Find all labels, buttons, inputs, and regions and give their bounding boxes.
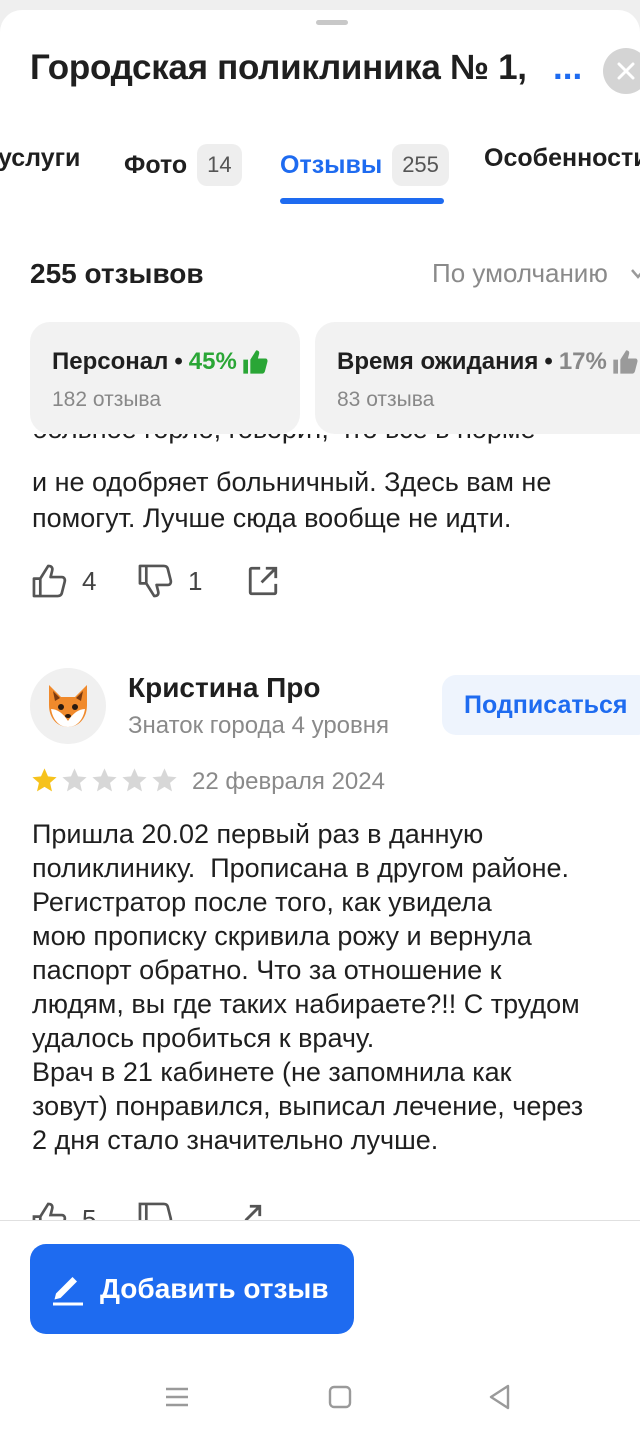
dislike-count: 1 <box>188 565 203 596</box>
star-empty-icon <box>122 768 147 792</box>
share-icon <box>248 566 278 596</box>
tab-label: Отзывы <box>280 150 383 179</box>
review-author[interactable]: Кристина Про <box>128 672 321 704</box>
review-text-line: Регистратор после того, как увидела <box>32 887 492 917</box>
aspect-count: 182 отзыва <box>52 388 162 411</box>
fox-avatar-icon <box>49 685 87 727</box>
like-count: 4 <box>82 565 97 596</box>
thumbs-up-icon <box>32 564 67 598</box>
rating-stars <box>30 766 180 795</box>
star-filled-icon <box>32 768 57 792</box>
author-level: Знаток города 4 уровня <box>128 712 390 739</box>
aspect-dot: • <box>544 348 553 375</box>
review-text-clip: больное горло, говорит, что всё в норме <box>0 434 640 464</box>
review-text-line: Врач в 21 кабинете (не запомнила как <box>32 1057 512 1087</box>
add-review-button[interactable]: Добавить отзыв <box>30 1244 354 1334</box>
dislike-button[interactable]: 1 <box>136 562 202 600</box>
review-date: 22 февраля 2024 <box>192 768 385 795</box>
review-text-line: больное горло, говорит, что всё в норме <box>32 434 535 447</box>
menu-icon[interactable] <box>164 1385 190 1409</box>
review-text-line: людям, вы где таких набираете?!! С трудо… <box>32 989 580 1019</box>
avatar[interactable] <box>30 668 106 744</box>
tab-label: Особенности <box>484 144 640 172</box>
chevron-down-icon[interactable] <box>630 268 640 280</box>
aspect-card-waiting-time[interactable]: Время ожидания • 17% 83 отзыва <box>315 322 640 434</box>
thumbs-down-icon <box>138 564 173 598</box>
close-button[interactable] <box>603 48 640 94</box>
review-text-line: паспорт обратно. Что за отношение к <box>32 955 502 985</box>
review-text-line: мою прописку скривила рожу и вернула <box>32 921 532 951</box>
tab-count: 14 <box>197 144 242 186</box>
review-text-line: 2 дня стало значительно лучше. <box>32 1125 439 1155</box>
add-review-label: Добавить отзыв <box>100 1273 329 1304</box>
tab-label: Фото <box>124 150 188 179</box>
aspect-card-staff[interactable]: Персонал • 45% 182 отзыва <box>30 322 300 434</box>
aspect-name: Персонал <box>52 348 169 375</box>
review-actions-clip: 5 <box>0 1196 640 1220</box>
review-text-line: и не одобряет больничный. Здесь вам не <box>32 467 552 497</box>
back-icon[interactable] <box>486 1383 514 1411</box>
review-text-line: зовут) понравился, выписал лечение, чере… <box>32 1091 584 1121</box>
tab-photos[interactable]: Фото 14 <box>124 144 242 186</box>
like-button[interactable]: 4 <box>30 562 96 600</box>
thumbs-up-icon <box>613 350 638 374</box>
tab-label: услуги <box>0 144 81 172</box>
thumbs-up-icon <box>32 1202 67 1220</box>
like-button[interactable]: 5 <box>30 1200 96 1220</box>
review-text-line: удалось пробиться к врачу. <box>32 1023 375 1053</box>
reviews-count: 255 отзывов <box>30 258 204 289</box>
review-text-line: поликлинику. Прописана в другом районе. <box>32 853 570 883</box>
aspect-name: Время ожидания <box>337 348 539 375</box>
star-empty-icon <box>92 768 117 792</box>
sheet-grabber[interactable] <box>316 20 348 25</box>
share-button[interactable] <box>246 564 280 598</box>
active-tab-indicator <box>280 198 444 204</box>
title-more[interactable]: ... <box>553 48 582 88</box>
share-button[interactable] <box>230 1202 264 1220</box>
review-text-line: Пришла 20.02 первый раз в данную <box>32 819 484 849</box>
aspect-title: Время ожидания • 17% <box>337 348 639 376</box>
tab-count: 255 <box>392 144 449 186</box>
sort-dropdown[interactable]: По умолчанию <box>432 258 608 289</box>
tab-bar: услуги Фото 14 Отзывы 255 Особенности <box>0 140 640 210</box>
thumbs-up-icon <box>243 350 268 374</box>
aspect-percent: 17% <box>558 348 607 375</box>
star-empty-icon <box>152 768 177 792</box>
star-empty-icon <box>62 768 87 792</box>
page-title: Городская поликлиника № 1, <box>30 48 527 87</box>
subscribe-button[interactable]: Подписаться <box>442 675 640 735</box>
close-icon <box>617 62 635 80</box>
dislike-button[interactable] <box>136 1200 174 1220</box>
like-count: 5 <box>82 1203 97 1221</box>
pencil-icon <box>53 1277 83 1306</box>
aspect-title: Персонал • 45% <box>52 348 269 376</box>
tab-services[interactable]: услуги <box>0 144 80 173</box>
aspect-dot: • <box>174 348 183 375</box>
tab-features[interactable]: Особенности <box>484 144 640 173</box>
tab-reviews[interactable]: Отзывы 255 <box>280 144 449 186</box>
home-icon[interactable] <box>327 1384 353 1410</box>
aspect-count: 83 отзыва <box>337 388 435 411</box>
review-text-line: помогут. Лучше сюда вообще не идти. <box>32 503 512 533</box>
system-navbar <box>0 1360 640 1439</box>
thumbs-down-icon <box>138 1202 173 1220</box>
aspect-percent: 45% <box>188 348 237 375</box>
share-icon <box>244 1204 262 1220</box>
